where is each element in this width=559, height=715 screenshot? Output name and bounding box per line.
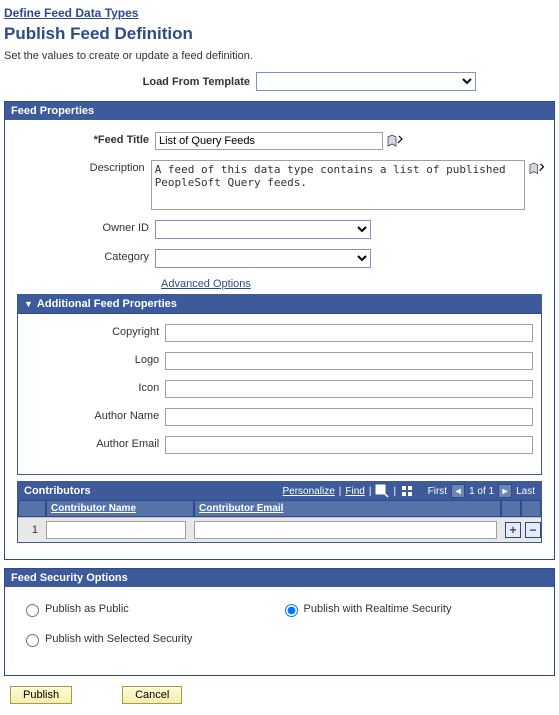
author-name-input[interactable] — [165, 408, 533, 426]
load-template-select[interactable] — [256, 72, 476, 91]
security-realtime-option[interactable]: Publish with Realtime Security — [280, 601, 539, 617]
spellcheck-icon[interactable] — [387, 134, 403, 148]
page-title: Publish Feed Definition — [4, 22, 555, 50]
add-row-button[interactable]: + — [505, 522, 521, 538]
security-realtime-label: Publish with Realtime Security — [304, 603, 452, 615]
contributors-grid: Contributors Personalize | Find | | Firs… — [17, 481, 542, 543]
zoom-icon[interactable] — [375, 484, 389, 498]
category-label: Category — [15, 249, 155, 263]
grid-find-link[interactable]: Find — [345, 486, 364, 497]
col-contributor-name[interactable]: Contributor Name — [46, 500, 194, 517]
download-icon[interactable] — [400, 484, 414, 498]
breadcrumb[interactable]: Define Feed Data Types — [4, 4, 555, 22]
security-selected-label: Publish with Selected Security — [45, 633, 192, 645]
advanced-options-link[interactable]: Advanced Options — [161, 278, 251, 290]
contributor-email-input[interactable] — [194, 521, 497, 539]
security-public-label: Publish as Public — [45, 603, 129, 615]
row-number: 1 — [18, 521, 42, 539]
spellcheck-icon[interactable] — [529, 162, 544, 176]
grid-next-button[interactable]: ► — [498, 484, 512, 498]
feed-title-input[interactable] — [155, 132, 383, 150]
security-realtime-radio[interactable] — [285, 604, 298, 617]
additional-properties-section: ▼ Additional Feed Properties Copyright L… — [17, 294, 542, 475]
icon-label: Icon — [26, 380, 165, 394]
collapse-icon: ▼ — [24, 299, 33, 309]
feed-security-section: Feed Security Options Publish as Public … — [4, 568, 555, 676]
author-email-input[interactable] — [165, 436, 533, 454]
author-name-label: Author Name — [26, 408, 165, 422]
security-selected-option[interactable]: Publish with Selected Security — [21, 631, 280, 647]
remove-row-button[interactable]: − — [525, 522, 541, 538]
load-template-label: Load From Template — [4, 76, 256, 88]
table-row: 1 + − — [18, 517, 541, 542]
contributor-name-input[interactable] — [46, 521, 186, 539]
col-contributor-email[interactable]: Contributor Email — [194, 500, 501, 517]
security-selected-radio[interactable] — [26, 634, 39, 647]
feed-security-header: Feed Security Options — [5, 569, 554, 587]
additional-properties-title: Additional Feed Properties — [37, 298, 177, 310]
grid-prev-button[interactable]: ◄ — [451, 484, 465, 498]
grid-personalize-link[interactable]: Personalize — [283, 486, 335, 497]
additional-properties-header[interactable]: ▼ Additional Feed Properties — [18, 295, 541, 314]
author-email-label: Author Email — [26, 436, 165, 450]
grid-last-label[interactable]: Last — [516, 486, 535, 497]
logo-input[interactable] — [165, 352, 533, 370]
copyright-label: Copyright — [26, 324, 165, 338]
category-select[interactable] — [155, 249, 371, 268]
owner-id-label: Owner ID — [15, 220, 155, 234]
security-public-radio[interactable] — [26, 604, 39, 617]
page-subtitle: Set the values to create or update a fee… — [4, 50, 555, 72]
logo-label: Logo — [26, 352, 165, 366]
security-public-option[interactable]: Publish as Public — [21, 601, 280, 617]
contributors-header: Contributors — [24, 485, 91, 497]
feed-title-label: Feed Title — [15, 132, 155, 146]
description-textarea[interactable]: A feed of this data type contains a list… — [151, 160, 525, 210]
feed-properties-section: Feed Properties Feed Title Description A… — [4, 101, 555, 560]
icon-input[interactable] — [165, 380, 533, 398]
owner-id-select[interactable] — [155, 220, 371, 239]
grid-first-label[interactable]: First — [428, 486, 447, 497]
publish-button[interactable]: Publish — [10, 686, 72, 704]
feed-properties-header: Feed Properties — [5, 102, 554, 120]
description-label: Description — [15, 160, 151, 174]
cancel-button[interactable]: Cancel — [122, 686, 182, 704]
grid-range-label: 1 of 1 — [469, 486, 494, 497]
copyright-input[interactable] — [165, 324, 533, 342]
